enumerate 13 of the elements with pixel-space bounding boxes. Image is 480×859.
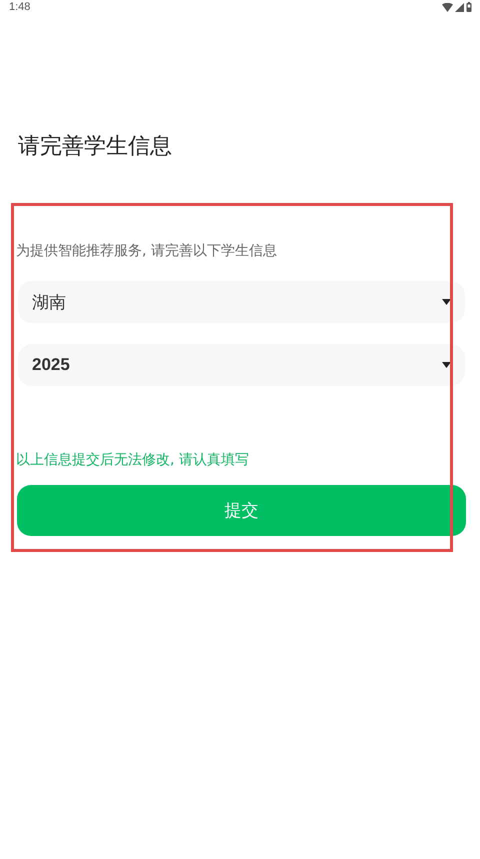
page-title: 请完善学生信息: [18, 133, 173, 161]
dropdown-field[interactable]: 湖南: [18, 281, 465, 323]
battery-icon: [466, 2, 472, 12]
dropdown-caret-icon: [442, 299, 451, 305]
status-time: 1:48: [9, 1, 30, 13]
dropdown-value: 2025: [32, 355, 70, 375]
signal-icon: [455, 2, 464, 12]
dropdown-caret-icon: [442, 362, 451, 368]
wifi-icon: [442, 2, 453, 12]
dropdown-field[interactable]: 2025: [18, 344, 465, 386]
instruction-text: 为提供智能推荐服务, 请完善以下学生信息: [16, 242, 278, 261]
dropdown-value: 湖南: [32, 292, 66, 314]
warning-text: 以上信息提交后无法修改, 请认真填写: [16, 451, 250, 470]
